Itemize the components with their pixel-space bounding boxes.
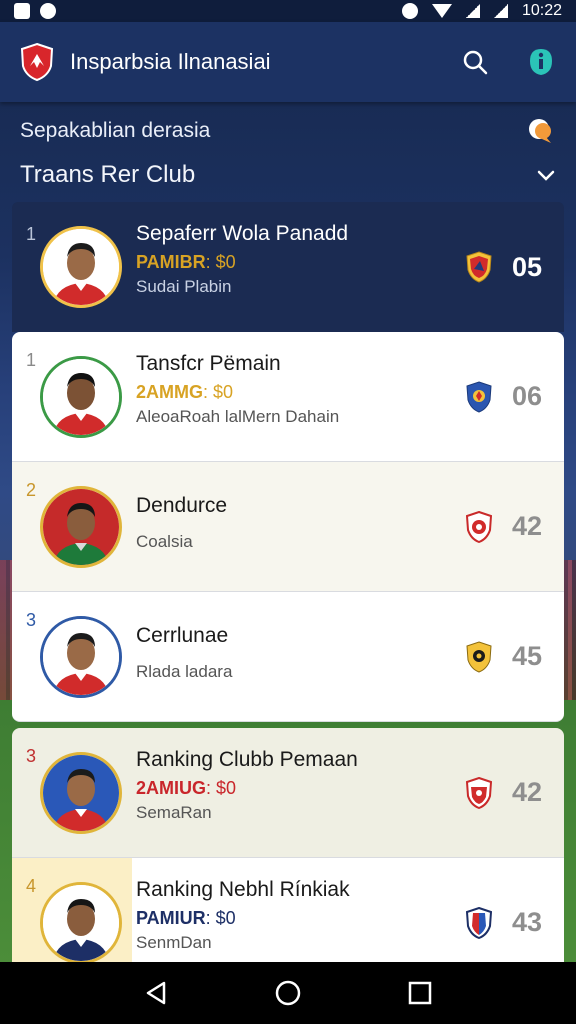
player-name: Cerrlunae — [136, 624, 229, 647]
player-price: PAMIUR: $0 — [136, 908, 444, 929]
signal-icon — [465, 4, 480, 18]
player-name: Ranking Nebhl Rínkiak — [136, 878, 350, 901]
player-info: Sepaferr Wola Panadd PAMIBR: $0 Sudai Pl… — [136, 220, 444, 297]
player-club: SemaRan — [136, 803, 212, 822]
player-card[interactable]: 1 Tansfcr Pëmain 2AMMG: $0 AleoaRoah la… — [12, 332, 564, 462]
player-club: SenmDan — [136, 933, 212, 952]
player-list: 1 Sepaferr Wola Panadd PAMIBR: $0 Sudai … — [12, 202, 564, 988]
player-photo — [43, 488, 119, 565]
player-info: Cerrlunae Rlada ladara — [136, 622, 444, 682]
alarm-icon — [401, 3, 418, 19]
avatar — [40, 226, 122, 308]
signal-icon-2 — [493, 4, 508, 18]
price-key: 2AMMG — [136, 382, 203, 402]
avatar — [40, 881, 122, 964]
player-rank: 4 — [26, 876, 37, 896]
avatar — [40, 615, 122, 698]
player-photo — [43, 884, 119, 961]
price-value: : $0 — [206, 778, 237, 798]
player-price: 2AMMG: $0 — [136, 382, 444, 403]
status-left — [14, 3, 56, 19]
chevron-down-icon[interactable] — [536, 168, 556, 182]
notification-icon — [14, 3, 30, 19]
player-photo — [43, 358, 119, 435]
player-card[interactable]: 3 Cerrlunae Rlada ladara 45 — [12, 592, 564, 722]
player-info: Tansfcr Pëmain 2AMMG: $0 AleoaRoah lalM… — [136, 350, 444, 427]
price-key: 2AMIUG — [136, 778, 207, 798]
info-button[interactable] — [526, 47, 556, 77]
search-icon — [463, 50, 488, 75]
status-time: 10:22 — [521, 2, 562, 19]
wifi-icon — [431, 4, 452, 18]
player-score: 42 — [511, 777, 542, 807]
price-value: : $0 — [205, 908, 236, 928]
recents-icon[interactable] — [406, 979, 434, 1007]
featured-player-card[interactable]: 1 Sepaferr Wola Panadd PAMIBR: $0 Sudai … — [12, 202, 564, 332]
avatar — [40, 485, 122, 568]
app-notification-icon — [40, 3, 56, 19]
club-badge-icon — [466, 380, 492, 413]
system-nav-bar — [0, 962, 576, 1024]
app-bar: Insparbsia Ilnanasiai — [0, 22, 576, 102]
player-rank: 3 — [26, 610, 37, 630]
player-price: PAMIBR: $0 — [136, 252, 444, 273]
player-photo — [43, 618, 119, 695]
section-title: Traans Rer Club — [20, 161, 196, 188]
club-badge-icon — [466, 251, 492, 283]
club-badge-icon — [466, 640, 492, 673]
player-photo — [43, 229, 119, 305]
player-rank: 2 — [26, 480, 37, 500]
player-rank: 1 — [26, 350, 37, 370]
club-shield-logo-icon — [20, 42, 54, 82]
section-title-row[interactable]: Traans Rer Club — [20, 160, 556, 190]
player-score: 06 — [511, 381, 542, 411]
club-badge-icon — [466, 776, 492, 809]
player-rank: 1 — [26, 224, 37, 244]
player-club: Sudai Plabin — [136, 277, 232, 296]
price-key: PAMIUR — [136, 908, 206, 928]
player-club: Rlada ladara — [136, 662, 233, 681]
search-button[interactable] — [460, 47, 490, 77]
player-info: Ranking Nebhl Rínkiak PAMIUR: $0 SenmDa… — [136, 876, 444, 953]
club-badge-icon — [466, 906, 492, 939]
app-title: Insparbsia Ilnanasiai — [70, 49, 271, 74]
home-icon[interactable] — [274, 979, 302, 1007]
player-card[interactable]: 2 Dendurce Coalsia 42 — [12, 462, 564, 592]
player-name: Dendurce — [136, 494, 228, 517]
player-score: 05 — [511, 251, 542, 282]
player-photo — [43, 754, 119, 831]
player-name: Ranking Clubb Pemaan — [136, 748, 358, 771]
price-value: : $0 — [205, 252, 236, 272]
player-card[interactable]: 3 Ranking Clubb Pemaan 2AMIUG: $0 SemaRa… — [12, 728, 564, 858]
status-bar: 10:22 — [0, 0, 576, 22]
player-name: Tansfcr Pëmain — [136, 352, 281, 375]
player-score: 43 — [511, 907, 542, 937]
chat-bubble-icon[interactable] — [526, 117, 556, 145]
avatar — [40, 751, 122, 834]
player-score: 42 — [511, 511, 542, 541]
player-name: Sepaferr Wola Panadd — [136, 222, 349, 245]
player-price: 2AMIUG: $0 — [136, 778, 444, 799]
player-info: Ranking Clubb Pemaan 2AMIUG: $0 SemaRan — [136, 746, 444, 823]
price-key: PAMIBR — [136, 252, 206, 272]
section-subtitle-row: Sepakablian derasia — [20, 116, 556, 146]
app-actions — [460, 47, 556, 77]
info-icon — [530, 49, 552, 75]
section-header: Sepakablian derasia Traans Rer Club — [0, 102, 576, 202]
back-icon[interactable] — [142, 979, 170, 1007]
player-club: Coalsia — [136, 532, 193, 551]
section-subtitle: Sepakablian derasia — [20, 119, 211, 142]
status-right: 10:22 — [401, 2, 562, 20]
player-club: AleoaRoah lalMern Dahain — [136, 407, 340, 426]
player-rank: 3 — [26, 746, 37, 766]
player-info: Dendurce Coalsia — [136, 492, 444, 552]
price-value: : $0 — [203, 382, 234, 402]
player-score: 45 — [511, 641, 542, 671]
avatar — [40, 355, 122, 438]
club-badge-icon — [466, 510, 492, 543]
